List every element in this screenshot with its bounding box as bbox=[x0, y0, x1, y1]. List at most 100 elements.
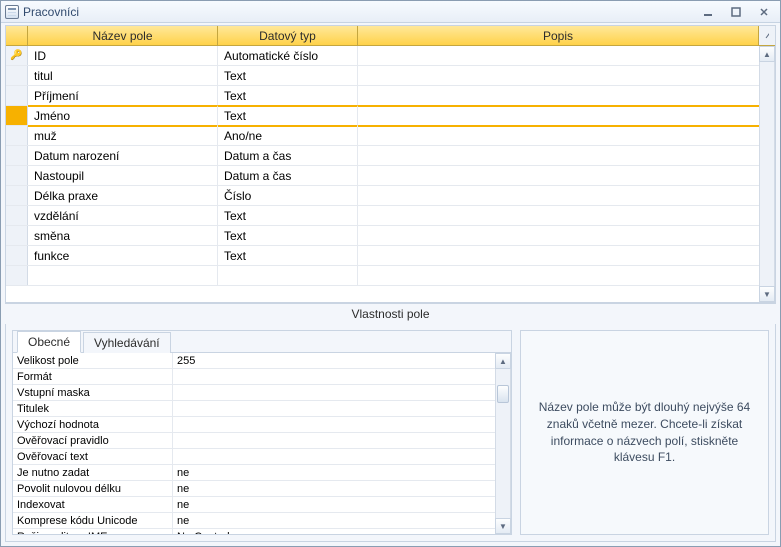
header-description[interactable]: Popis bbox=[358, 26, 759, 45]
data-type-cell[interactable]: Text bbox=[218, 206, 358, 225]
field-name-cell[interactable]: vzdělání bbox=[28, 206, 218, 225]
description-cell[interactable] bbox=[358, 246, 775, 265]
property-row[interactable]: Formát bbox=[13, 369, 495, 385]
field-row[interactable] bbox=[6, 266, 775, 286]
description-cell[interactable] bbox=[358, 266, 775, 285]
property-row[interactable]: Velikost pole255 bbox=[13, 353, 495, 369]
field-row[interactable]: JménoText bbox=[6, 106, 775, 126]
row-selector[interactable] bbox=[6, 266, 28, 285]
field-name-cell[interactable]: Délka praxe bbox=[28, 186, 218, 205]
property-value[interactable]: ne bbox=[173, 481, 495, 496]
description-cell[interactable] bbox=[358, 105, 775, 127]
field-name-cell[interactable]: Datum narození bbox=[28, 146, 218, 165]
property-row[interactable]: Komprese kódu Unicodene bbox=[13, 513, 495, 529]
field-name-cell[interactable]: Jméno bbox=[28, 105, 218, 127]
property-row[interactable]: Titulek bbox=[13, 401, 495, 417]
header-field-name[interactable]: Název pole bbox=[28, 26, 218, 45]
field-name-cell[interactable]: Nastoupil bbox=[28, 166, 218, 185]
scrollbar-thumb[interactable] bbox=[497, 385, 509, 403]
row-selector[interactable]: 🔑 bbox=[6, 46, 28, 65]
data-type-cell[interactable]: Text bbox=[218, 86, 358, 105]
field-name-cell[interactable]: muž bbox=[28, 126, 218, 145]
property-row[interactable]: Ověřovací pravidlo bbox=[13, 433, 495, 449]
scroll-up-button[interactable]: ▲ bbox=[759, 46, 775, 62]
property-value[interactable] bbox=[173, 401, 495, 416]
properties-scrollbar[interactable]: ▲ ▼ bbox=[495, 353, 511, 534]
row-selector[interactable] bbox=[6, 226, 28, 245]
field-row[interactable]: NastoupilDatum a čas bbox=[6, 166, 775, 186]
data-type-cell[interactable] bbox=[218, 266, 358, 285]
tab-general[interactable]: Obecné bbox=[17, 331, 81, 353]
property-row[interactable]: Vstupní maska bbox=[13, 385, 495, 401]
property-value[interactable] bbox=[173, 369, 495, 384]
data-type-cell[interactable]: Ano/ne bbox=[218, 126, 358, 145]
property-value[interactable]: 255 bbox=[173, 353, 495, 368]
tab-lookup[interactable]: Vyhledávání bbox=[83, 332, 171, 353]
row-selector[interactable] bbox=[6, 206, 28, 225]
row-selector[interactable] bbox=[6, 186, 28, 205]
scroll-up-button[interactable]: ▲ bbox=[495, 353, 511, 369]
property-row[interactable]: Režim editoru IMENo Control bbox=[13, 529, 495, 534]
field-row[interactable]: směnaText bbox=[6, 226, 775, 246]
field-row[interactable]: PříjmeníText bbox=[6, 86, 775, 106]
field-name-cell[interactable] bbox=[28, 266, 218, 285]
field-name-cell[interactable]: ID bbox=[28, 46, 218, 65]
description-cell[interactable] bbox=[358, 146, 775, 165]
data-type-cell[interactable]: Číslo bbox=[218, 186, 358, 205]
field-row[interactable]: mužAno/ne bbox=[6, 126, 775, 146]
close-button[interactable] bbox=[752, 4, 776, 20]
header-data-type[interactable]: Datový typ bbox=[218, 26, 358, 45]
maximize-button[interactable] bbox=[724, 4, 748, 20]
property-value[interactable]: ne bbox=[173, 513, 495, 528]
description-cell[interactable] bbox=[358, 226, 775, 245]
property-value[interactable]: ne bbox=[173, 465, 495, 480]
description-cell[interactable] bbox=[358, 206, 775, 225]
description-cell[interactable] bbox=[358, 46, 775, 65]
field-row[interactable]: titulText bbox=[6, 66, 775, 86]
field-row[interactable]: Délka praxeČíslo bbox=[6, 186, 775, 206]
description-cell[interactable] bbox=[358, 66, 775, 85]
property-row[interactable]: Povolit nulovou délkune bbox=[13, 481, 495, 497]
data-type-cell[interactable]: Text bbox=[218, 226, 358, 245]
data-type-cell[interactable]: Datum a čas bbox=[218, 146, 358, 165]
field-row[interactable]: 🔑IDAutomatické číslo bbox=[6, 46, 775, 66]
data-type-cell[interactable]: Automatické číslo bbox=[218, 46, 358, 65]
field-row[interactable]: funkceText bbox=[6, 246, 775, 266]
property-value[interactable]: No Control bbox=[173, 529, 495, 534]
field-name-cell[interactable]: funkce bbox=[28, 246, 218, 265]
grid-scrollbar[interactable]: ▲ ▼ bbox=[759, 46, 775, 302]
description-cell[interactable] bbox=[358, 126, 775, 145]
minimize-button[interactable] bbox=[696, 4, 720, 20]
field-name-cell[interactable]: směna bbox=[28, 226, 218, 245]
scroll-down-button[interactable]: ▼ bbox=[495, 518, 511, 534]
row-selector[interactable] bbox=[6, 146, 28, 165]
property-value[interactable] bbox=[173, 385, 495, 400]
scroll-down-button[interactable]: ▼ bbox=[759, 286, 775, 302]
data-type-cell[interactable]: Text bbox=[218, 246, 358, 265]
field-name-cell[interactable]: Příjmení bbox=[28, 86, 218, 105]
field-row[interactable]: vzděláníText bbox=[6, 206, 775, 226]
row-selector[interactable] bbox=[6, 246, 28, 265]
row-selector[interactable] bbox=[6, 106, 28, 125]
data-type-cell[interactable]: Text bbox=[218, 105, 358, 127]
row-selector[interactable] bbox=[6, 126, 28, 145]
property-value[interactable]: ne bbox=[173, 497, 495, 512]
description-cell[interactable] bbox=[358, 166, 775, 185]
row-selector[interactable] bbox=[6, 66, 28, 85]
row-selector[interactable] bbox=[6, 166, 28, 185]
field-name-cell[interactable]: titul bbox=[28, 66, 218, 85]
property-row[interactable]: Indexovatne bbox=[13, 497, 495, 513]
field-row[interactable]: Datum narozeníDatum a čas bbox=[6, 146, 775, 166]
property-row[interactable]: Ověřovací text bbox=[13, 449, 495, 465]
property-value[interactable] bbox=[173, 449, 495, 464]
description-cell[interactable] bbox=[358, 186, 775, 205]
row-selector[interactable] bbox=[6, 86, 28, 105]
row-selector-header[interactable] bbox=[6, 26, 28, 45]
description-cell[interactable] bbox=[358, 86, 775, 105]
property-value[interactable] bbox=[173, 417, 495, 432]
data-type-cell[interactable]: Text bbox=[218, 66, 358, 85]
property-value[interactable] bbox=[173, 433, 495, 448]
property-row[interactable]: Je nutno zadatne bbox=[13, 465, 495, 481]
property-row[interactable]: Výchozí hodnota bbox=[13, 417, 495, 433]
data-type-cell[interactable]: Datum a čas bbox=[218, 166, 358, 185]
